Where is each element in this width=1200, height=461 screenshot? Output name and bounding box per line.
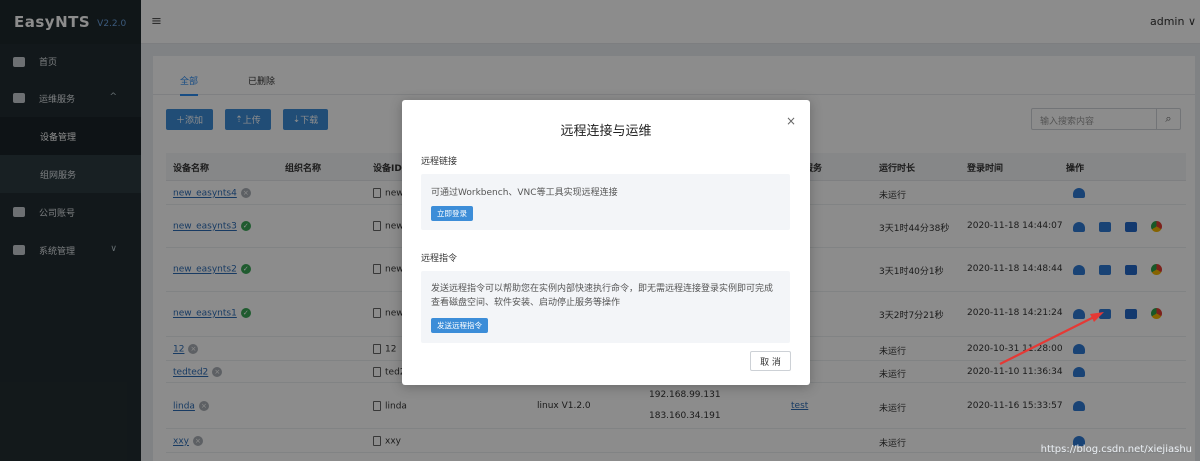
remote-connect-dialog: 远程连接与运维 × 远程链接 可通过Workbench、VNC等工具实现远程连接… — [402, 100, 810, 385]
remote-command-desc: 发送远程指令可以帮助您在实例内部快速执行命令，即无需远程连接登录实例即可完成查看… — [431, 284, 774, 308]
dialog-title: 远程连接与运维 — [560, 124, 652, 139]
remote-link-box: 可通过Workbench、VNC等工具实现远程连接 立即登录 — [421, 174, 790, 230]
cancel-button[interactable]: 取 消 — [750, 351, 791, 371]
login-now-button[interactable]: 立即登录 — [431, 206, 473, 221]
watermark: https://blog.csdn.net/xiejiashu — [1040, 444, 1192, 455]
remote-link-desc: 可通过Workbench、VNC等工具实现远程连接 — [431, 188, 618, 198]
section-title-remote-link: 远程链接 — [421, 157, 458, 167]
section-title-remote-command: 远程指令 — [421, 254, 458, 264]
send-command-button[interactable]: 发送远程指令 — [431, 318, 488, 333]
close-icon[interactable]: × — [786, 114, 796, 128]
remote-command-box: 发送远程指令可以帮助您在实例内部快速执行命令，即无需远程连接登录实例即可完成查看… — [421, 271, 790, 343]
